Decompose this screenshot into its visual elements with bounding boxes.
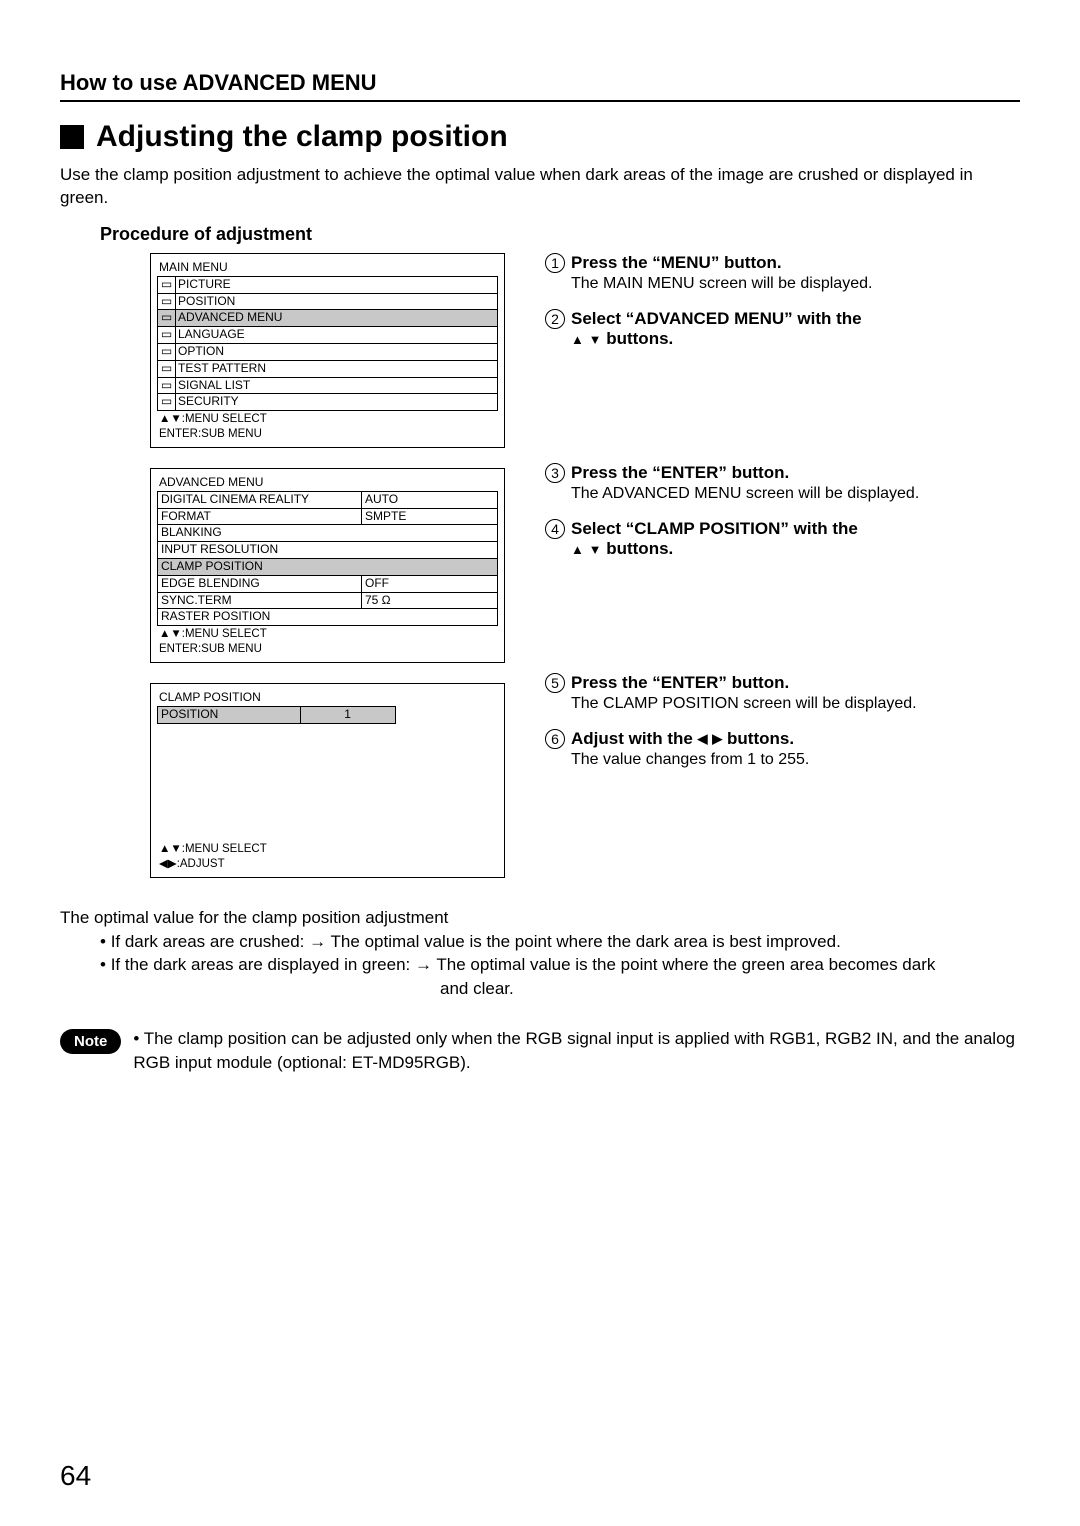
- step-number-icon: 5: [545, 673, 565, 693]
- menu-item: SIGNAL LIST: [176, 377, 498, 394]
- menu-item: INPUT RESOLUTION: [158, 542, 498, 559]
- bullet-post: The optimal value is the point where the…: [331, 932, 841, 951]
- menu-hint: ▲▼:MENU SELECT ENTER:SUB MENU: [159, 412, 267, 441]
- triangle-up-icon: [571, 332, 584, 347]
- menu-value: SMPTE: [362, 508, 498, 525]
- step-title: Adjust with the: [571, 729, 698, 748]
- section-title-text: Adjusting the clamp position: [96, 120, 508, 154]
- menu-item: OPTION: [176, 344, 498, 361]
- step-6: 6 Adjust with the buttons. The value cha…: [545, 729, 1020, 769]
- menu-item: EDGE BLENDING: [158, 575, 362, 592]
- step-2: 2 Select “ADVANCED MENU” with the button…: [545, 309, 1020, 349]
- optimal-bullet: If dark areas are crushed: → The optimal…: [100, 930, 1020, 954]
- advanced-menu-title: ADVANCED MENU: [159, 475, 498, 489]
- step-3: 3 Press the “ENTER” button. The ADVANCED…: [545, 463, 1020, 503]
- step-number-icon: 2: [545, 309, 565, 329]
- menu-item: DIGITAL CINEMA REALITY: [158, 491, 362, 508]
- menu-value: OFF: [362, 575, 498, 592]
- square-bullet-icon: [60, 125, 84, 149]
- step-number-icon: 3: [545, 463, 565, 483]
- menu-item: RASTER POSITION: [158, 609, 498, 626]
- step-title-cont: buttons.: [606, 329, 673, 348]
- page-number: 64: [60, 1460, 91, 1492]
- clamp-menu-list: POSITION 1: [157, 706, 396, 724]
- bullet-pre: If the dark areas are displayed in green…: [111, 955, 411, 974]
- menu-item-selected: CLAMP POSITION: [158, 559, 498, 576]
- hint-line: ◀▶:ADJUST: [159, 857, 267, 871]
- hint-line: ▲▼:MENU SELECT: [159, 412, 267, 426]
- menu-item: POSITION: [176, 293, 498, 310]
- optimal-bullet: If the dark areas are displayed in green…: [100, 953, 1020, 977]
- menu-item: SECURITY: [176, 394, 498, 411]
- step-desc: The value changes from 1 to 255.: [571, 751, 1020, 769]
- triangle-down-icon: [589, 332, 602, 347]
- menu-item: LANGUAGE: [176, 327, 498, 344]
- breadcrumb: How to use ADVANCED MENU: [60, 70, 1020, 102]
- step-title: Select “CLAMP POSITION” with the: [571, 519, 858, 538]
- bullet-post: The optimal value is the point where the…: [436, 955, 935, 974]
- step-title-cont: buttons.: [606, 539, 673, 558]
- step-title: Select “ADVANCED MENU” with the: [571, 309, 862, 328]
- step-desc: The MAIN MENU screen will be displayed.: [571, 275, 1020, 293]
- menu-hint: ▲▼:MENU SELECT ◀▶:ADJUST: [159, 842, 267, 871]
- step-title: Press the “ENTER” button.: [571, 673, 789, 693]
- step-title: Press the “ENTER” button.: [571, 463, 789, 483]
- note-badge: Note: [60, 1029, 121, 1054]
- main-menu-list: ▭PICTURE ▭POSITION ▭ADVANCED MENU ▭LANGU…: [157, 276, 498, 411]
- menu-item-selected: ADVANCED MENU: [176, 310, 498, 327]
- hint-line: ▲▼:MENU SELECT: [159, 842, 267, 856]
- menu-item: FORMAT: [158, 508, 362, 525]
- menu-item: BLANKING: [158, 525, 498, 542]
- bullet-continuation: and clear.: [440, 977, 1020, 1001]
- step-number-icon: 6: [545, 729, 565, 749]
- triangle-up-icon: [571, 542, 584, 557]
- hint-line: ▲▼:MENU SELECT: [159, 627, 267, 641]
- menu-value: 75 Ω: [362, 592, 498, 609]
- step-5: 5 Press the “ENTER” button. The CLAMP PO…: [545, 673, 1020, 713]
- section-title: Adjusting the clamp position: [60, 120, 1020, 154]
- menu-hint: ▲▼:MENU SELECT ENTER:SUB MENU: [159, 627, 267, 656]
- step-number-icon: 1: [545, 253, 565, 273]
- hint-line: ENTER:SUB MENU: [159, 642, 267, 656]
- note-row: Note • The clamp position can be adjuste…: [60, 1027, 1020, 1075]
- step-1: 1 Press the “MENU” button. The MAIN MENU…: [545, 253, 1020, 293]
- bullet-pre: If dark areas are crushed:: [111, 932, 305, 951]
- step-desc: The CLAMP POSITION screen will be displa…: [571, 695, 1020, 713]
- intro-text: Use the clamp position adjustment to ach…: [60, 164, 1020, 210]
- advanced-menu-list: DIGITAL CINEMA REALITYAUTO FORMATSMPTE B…: [157, 491, 498, 626]
- menu-value: 1: [300, 706, 395, 723]
- step-desc: The ADVANCED MENU screen will be display…: [571, 485, 1020, 503]
- optimal-value-text: The optimal value for the clamp position…: [60, 906, 1020, 1001]
- hint-line: ENTER:SUB MENU: [159, 427, 267, 441]
- clamp-menu-title: CLAMP POSITION: [159, 690, 498, 704]
- menu-item: SYNC.TERM: [158, 592, 362, 609]
- advanced-menu-box: ADVANCED MENU DIGITAL CINEMA REALITYAUTO…: [150, 468, 505, 663]
- triangle-down-icon: [589, 542, 602, 557]
- optimal-heading: The optimal value for the clamp position…: [60, 906, 1020, 930]
- step-4: 4 Select “CLAMP POSITION” with the butto…: [545, 519, 1020, 559]
- step-title: Press the “MENU” button.: [571, 253, 782, 273]
- procedure-heading: Procedure of adjustment: [100, 224, 1020, 245]
- clamp-position-box: CLAMP POSITION POSITION 1 ▲▼:MENU SELECT…: [150, 683, 505, 878]
- triangle-right-icon: [712, 731, 722, 747]
- note-text: • The clamp position can be adjusted onl…: [133, 1027, 1020, 1075]
- step-number-icon: 4: [545, 519, 565, 539]
- main-menu-title: MAIN MENU: [159, 260, 498, 274]
- triangle-left-icon: [698, 731, 708, 747]
- menu-item: TEST PATTERN: [176, 360, 498, 377]
- menu-item-selected: POSITION: [158, 706, 301, 723]
- step-title-cont: buttons.: [727, 729, 794, 748]
- menu-item: PICTURE: [176, 276, 498, 293]
- menu-value: AUTO: [362, 491, 498, 508]
- main-menu-box: MAIN MENU ▭PICTURE ▭POSITION ▭ADVANCED M…: [150, 253, 505, 448]
